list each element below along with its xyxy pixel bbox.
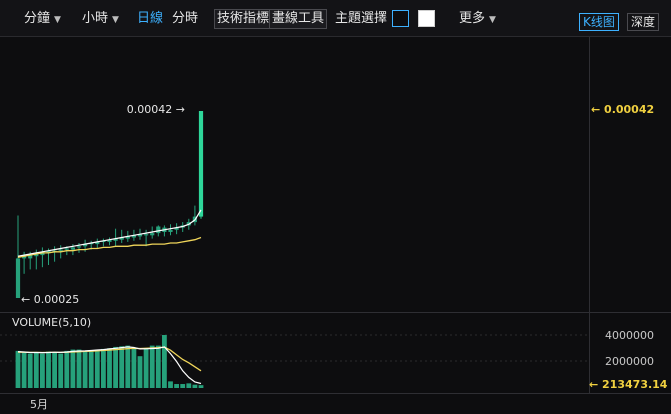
volume-bar <box>180 384 186 388</box>
candle-body <box>58 249 63 251</box>
daily-tab[interactable]: 日線 <box>137 10 163 28</box>
ma-fast-line <box>17 209 202 257</box>
volume-bar <box>149 345 155 388</box>
candle-body <box>15 258 21 298</box>
volume-bar <box>155 345 161 388</box>
volume-axis-label: 4000000 <box>605 329 654 342</box>
volume-bar <box>125 345 131 388</box>
theme-light-swatch[interactable] <box>418 10 435 27</box>
drawing-tools-button[interactable]: 畫線工具 <box>269 9 328 29</box>
last-price-label: ← 0.00042 <box>591 103 654 116</box>
volume-bar <box>52 352 57 388</box>
volume-bar <box>76 349 82 388</box>
candle-body <box>156 226 161 234</box>
volume-bar <box>162 335 167 388</box>
volume-bar <box>27 353 33 388</box>
volume-last-value: ← 213473.14 <box>589 378 668 391</box>
volume-bar <box>94 349 100 388</box>
volume-bar <box>64 350 70 388</box>
volume-bar <box>15 350 21 388</box>
volume-bar <box>198 385 204 388</box>
volume-bar <box>21 352 27 388</box>
volume-bar <box>88 350 94 388</box>
chevron-down-icon: ▼ <box>112 15 119 25</box>
volume-bar <box>70 349 76 388</box>
timeshare-tab[interactable]: 分時 <box>172 10 198 28</box>
toolbar: 分鐘 ▼ 小時 ▼ 日線 分時 技術指標 畫線工具 主題選擇 更多 ▼ K线图 深度 <box>0 0 671 37</box>
volume-bar <box>119 346 125 388</box>
kline-button[interactable]: K线图 <box>579 13 619 31</box>
volume-bar <box>113 346 118 388</box>
high-annotation: 0.00042 → <box>127 103 185 116</box>
volume-axis-label: 2000000 <box>605 355 654 368</box>
chart-area[interactable]: 0.00042 → ← 0.00025 ← 0.00042 VOLUME(5,1… <box>0 37 671 414</box>
candle-body <box>76 246 82 248</box>
candle-body <box>70 247 75 250</box>
volume-bar <box>82 350 88 388</box>
hours-dropdown[interactable]: 小時 ▼ <box>82 10 119 29</box>
depth-button[interactable]: 深度 <box>627 13 660 31</box>
candle-body <box>150 233 155 236</box>
hours-label: 小時 <box>82 11 109 26</box>
volume-bar <box>174 384 179 388</box>
low-annotation: ← 0.00025 <box>21 293 79 306</box>
more-dropdown[interactable]: 更多 ▼ <box>459 10 496 29</box>
volume-bar <box>131 348 137 388</box>
time-axis-label: 5月 <box>30 398 48 411</box>
volume-bar <box>101 348 106 388</box>
theme-label: 主題選擇 <box>335 11 388 26</box>
volume-bar <box>58 353 64 388</box>
chevron-down-icon: ▼ <box>489 15 496 25</box>
volume-title: VOLUME(5,10) <box>12 316 91 329</box>
candlestick-series <box>15 111 204 298</box>
candle-body <box>168 229 173 232</box>
volume-bar <box>186 383 192 388</box>
candle-body <box>64 248 69 250</box>
candle-body <box>144 234 149 236</box>
moving-average-lines <box>17 209 202 258</box>
volume-bar <box>107 348 112 388</box>
indicators-button[interactable]: 技術指標 <box>214 9 273 29</box>
minutes-label: 分鐘 <box>24 11 51 26</box>
volume-bar <box>33 352 39 388</box>
volume-bar <box>168 381 173 388</box>
candle-body <box>198 111 204 217</box>
volume-bar <box>192 384 198 388</box>
theme-dark-swatch[interactable] <box>392 10 409 27</box>
chevron-down-icon: ▼ <box>54 15 61 25</box>
more-label: 更多 <box>459 11 486 26</box>
volume-bar <box>46 351 51 388</box>
minutes-dropdown[interactable]: 分鐘 ▼ <box>24 10 61 29</box>
volume-bar <box>137 356 143 388</box>
volume-bar <box>143 348 149 388</box>
volume-bar <box>40 353 45 388</box>
